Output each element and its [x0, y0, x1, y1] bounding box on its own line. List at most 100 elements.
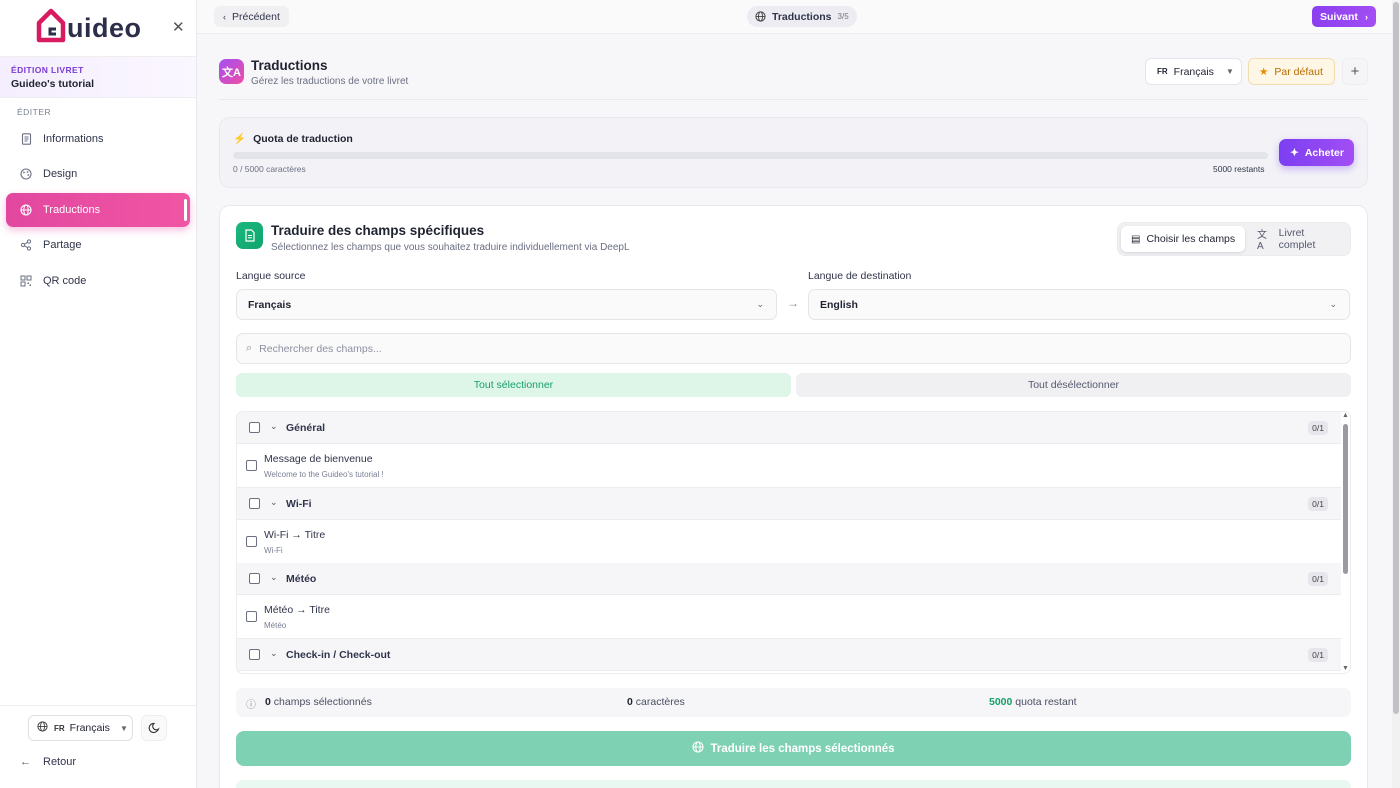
- list-scrollbar[interactable]: ▲ ▼: [1341, 411, 1350, 674]
- sidebar-item-qr-code[interactable]: QR code: [6, 264, 190, 298]
- fields-list[interactable]: ⌄ Général 0/1 Message de bienvenue Welco…: [236, 411, 1351, 674]
- scrollbar-thumb[interactable]: [1343, 424, 1348, 574]
- search-icon: ⌕: [246, 342, 253, 354]
- mode-label: Livret complet: [1278, 227, 1316, 251]
- document-icon: ▤: [1131, 233, 1141, 245]
- sidebar-footer-divider: [0, 705, 196, 706]
- target-language-select[interactable]: English ⌄: [808, 289, 1350, 320]
- translate-icon: 文A: [219, 59, 244, 84]
- field-checkbox[interactable]: [246, 460, 257, 471]
- default-language-button[interactable]: ★ Par défaut: [1248, 58, 1335, 85]
- arrow-left-icon: ←: [20, 756, 31, 768]
- language-select[interactable]: FR Français ▼: [1145, 58, 1242, 85]
- group-row[interactable]: ⌄ Wi-Fi 0/1: [237, 488, 1341, 520]
- chevron-down-icon: ▼: [1225, 67, 1234, 76]
- field-value: Météo: [264, 621, 287, 630]
- group-checkbox[interactable]: [249, 573, 260, 584]
- sparkles-icon: ✦: [1290, 146, 1299, 159]
- quota-remaining-num: 5000: [989, 696, 1013, 708]
- group-checkbox[interactable]: [249, 649, 260, 660]
- scroll-down-icon[interactable]: ▼: [1342, 665, 1349, 672]
- add-language-button[interactable]: +: [1342, 58, 1368, 85]
- quota-remaining-stat: 5000 quota restant: [989, 696, 1077, 708]
- chevron-down-icon[interactable]: ⌄: [270, 421, 278, 432]
- qrcode-icon: [20, 275, 32, 287]
- sidebar-item-partage[interactable]: Partage: [6, 228, 190, 262]
- sidebar-item-label: Partage: [43, 239, 82, 251]
- deselect-all-button[interactable]: Tout désélectionner: [796, 373, 1351, 397]
- group-row[interactable]: ⌄ Météo 0/1: [237, 563, 1341, 595]
- mode-switch: ▤ Choisir les champs 文A Livret complet: [1117, 222, 1351, 256]
- step-counter: 3/5: [837, 12, 849, 21]
- next-section-edge: [236, 780, 1351, 788]
- field-row[interactable]: Météo → Titre Météo: [237, 595, 1341, 639]
- chevron-down-icon[interactable]: ⌄: [270, 648, 278, 659]
- guideo-logo[interactable]: uideo: [36, 6, 142, 44]
- share-icon: [20, 239, 32, 251]
- card-title: Traduire des champs spécifiques: [271, 223, 485, 238]
- group-count-badge: 0/1: [1308, 648, 1328, 662]
- logo-text: uideo: [67, 12, 142, 43]
- field-checkbox[interactable]: [246, 536, 257, 547]
- chevron-down-icon: ⌄: [1329, 299, 1337, 309]
- target-language-label: Langue de destination: [808, 270, 912, 282]
- selection-stats: ⓘ 0 champs sélectionnés 0 caractères 500…: [236, 688, 1351, 717]
- buy-button[interactable]: ✦ Acheter: [1279, 139, 1354, 166]
- group-name: Météo: [286, 573, 317, 585]
- translate-selected-button[interactable]: Traduire les champs sélectionnés: [236, 731, 1351, 766]
- sidebar-language-select[interactable]: FR Français ▼: [28, 715, 133, 741]
- quota-title-row: ⚡ Quota de traduction: [233, 132, 353, 146]
- back-link[interactable]: ← Retour: [20, 756, 76, 768]
- card-subtitle: Sélectionnez les champs que vous souhait…: [271, 242, 630, 253]
- quota-progress-bar: [233, 152, 1268, 159]
- field-value: Wi-Fi: [264, 546, 283, 555]
- info-icon: ⓘ: [246, 700, 256, 711]
- search-input[interactable]: ⌕ Rechercher des champs...: [236, 333, 1351, 364]
- page-scrollbar-thumb[interactable]: [1393, 2, 1399, 714]
- field-name: Météo → Titre: [264, 604, 330, 616]
- chevron-down-icon[interactable]: ⌄: [270, 497, 278, 508]
- mode-full-booklet[interactable]: 文A Livret complet: [1247, 226, 1350, 252]
- select-all-button[interactable]: Tout sélectionner: [236, 373, 791, 397]
- sidebar-item-label: QR code: [43, 275, 87, 287]
- sidebar-item-traductions[interactable]: Traductions: [6, 193, 190, 227]
- chevron-right-icon: ›: [1364, 11, 1368, 22]
- field-checkbox[interactable]: [246, 611, 257, 622]
- house-logo-icon: [36, 8, 66, 43]
- edition-banner: ÉDITION LIVRET Guideo's tutorial: [0, 56, 196, 98]
- next-button[interactable]: Suivant ›: [1312, 6, 1376, 27]
- chars-count-text: caractères: [635, 696, 685, 708]
- page-scrollbar[interactable]: [1392, 0, 1400, 788]
- globe-icon: [692, 741, 705, 756]
- globe-icon: [37, 721, 48, 735]
- close-icon[interactable]: ✕: [172, 18, 185, 36]
- chevron-down-icon: ⌄: [756, 299, 764, 309]
- field-row[interactable]: Wi-Fi → Titre Wi-Fi: [237, 520, 1341, 564]
- sidebar-item-informations[interactable]: Informations: [6, 122, 190, 156]
- source-language-label: Langue source: [236, 270, 306, 282]
- chevron-down-icon[interactable]: ⌄: [270, 572, 278, 583]
- field-row[interactable]: Message de bienvenue Welcome to the Guid…: [237, 444, 1341, 488]
- previous-button[interactable]: ‹ Précédent: [214, 6, 289, 27]
- edition-name: Guideo's tutorial: [11, 78, 95, 90]
- group-name: Check-in / Check-out: [286, 649, 391, 661]
- back-label: Retour: [43, 756, 77, 768]
- field-name: Wi-Fi → Titre: [264, 529, 326, 541]
- group-count-badge: 0/1: [1308, 572, 1328, 586]
- group-row[interactable]: ⌄ Général 0/1: [237, 412, 1341, 444]
- scroll-up-icon[interactable]: ▲: [1342, 412, 1349, 419]
- group-row[interactable]: ⌄ Check-in / Check-out 0/1: [237, 639, 1341, 671]
- sidebar-item-design[interactable]: Design: [6, 157, 190, 191]
- dark-mode-toggle[interactable]: [141, 715, 167, 741]
- quota-panel: ⚡ Quota de traduction 0 / 5000 caractère…: [219, 117, 1368, 188]
- group-checkbox[interactable]: [249, 498, 260, 509]
- step-label: Traductions: [772, 10, 832, 23]
- step-indicator: Traductions 3/5: [747, 6, 857, 27]
- language-code: FR: [54, 723, 65, 733]
- group-checkbox[interactable]: [249, 422, 260, 433]
- quota-remaining: 5000 restants: [1213, 164, 1265, 174]
- source-language-select[interactable]: Français ⌄: [236, 289, 777, 320]
- next-label: Suivant: [1320, 10, 1358, 23]
- group-name: Wi-Fi: [286, 498, 312, 510]
- mode-choose-fields[interactable]: ▤ Choisir les champs: [1121, 226, 1246, 252]
